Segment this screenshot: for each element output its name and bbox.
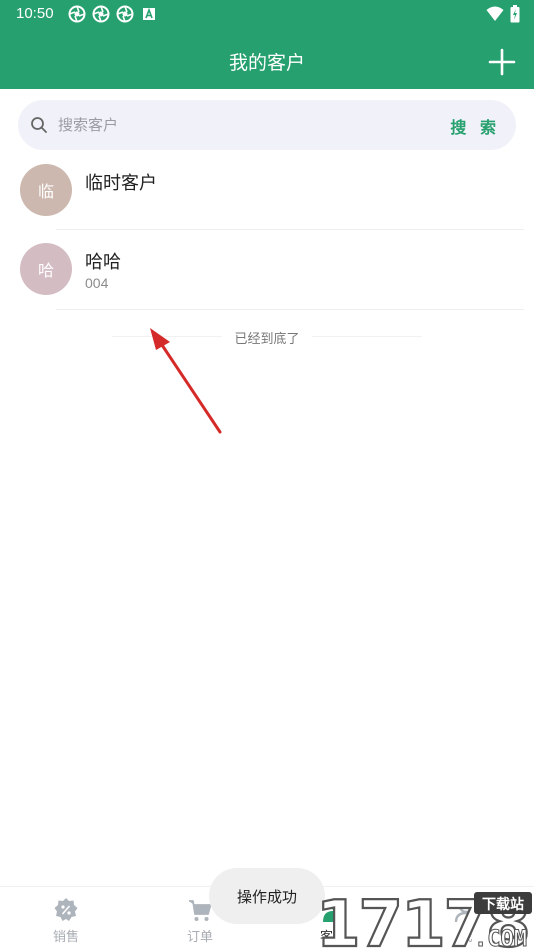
customer-row[interactable]: 临 临时客户 [0, 150, 534, 230]
tab-sales[interactable]: 销售 [26, 897, 106, 945]
customer-list: 临 临时客户 哈 哈哈 004 [0, 150, 534, 310]
aperture-icon [116, 5, 134, 23]
add-customer-button[interactable] [488, 48, 516, 76]
aperture-icon [68, 5, 86, 23]
page-title: 我的客户 [228, 52, 305, 74]
search-bar: 搜 索 [18, 100, 516, 150]
watermark-sub: .COM [474, 927, 527, 950]
watermark-logo-icon: 17178 下载站 .COM [315, 887, 532, 950]
customer-name: 哈哈 [85, 252, 121, 273]
customer-avatar: 哈 [20, 243, 72, 295]
status-bar: 10:50 [0, 0, 534, 28]
text-a-icon [143, 7, 155, 20]
wifi-icon [486, 6, 504, 21]
customer-avatar: 临 [20, 164, 72, 216]
tab-label: 销售 [52, 930, 79, 945]
status-time: 10:50 [16, 5, 54, 22]
customer-code: 004 [85, 275, 109, 291]
app-header: 10:50 我的客户 [0, 0, 534, 89]
customer-row[interactable]: 哈 哈哈 004 [0, 230, 534, 310]
list-end-text: 已经到底了 [234, 332, 300, 347]
toast-message: 操作成功 [209, 868, 325, 924]
battery-icon [510, 5, 520, 23]
aperture-icon [92, 5, 110, 23]
customer-name: 临时客户 [85, 173, 157, 194]
system-icons [486, 5, 520, 23]
percent-badge-icon [54, 898, 78, 921]
watermark-badge: 下载站 [482, 896, 524, 913]
search-input[interactable] [58, 112, 438, 138]
annotation-arrow-icon [150, 328, 222, 434]
search-icon [31, 117, 47, 133]
search-button[interactable]: 搜 索 [450, 114, 500, 138]
notification-icons [68, 5, 158, 23]
tab-label: 订单 [186, 930, 213, 945]
row-divider [56, 309, 524, 310]
